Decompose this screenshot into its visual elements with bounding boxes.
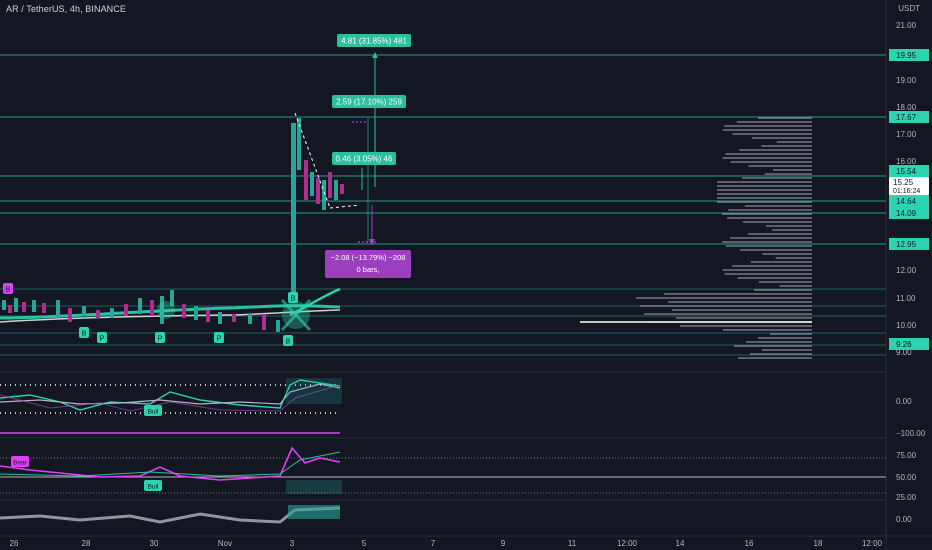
candle <box>182 304 186 318</box>
candle <box>310 172 314 196</box>
time-tick: 12:00 <box>862 539 883 548</box>
measure-label: 0.46 (3.05%) 46 <box>336 155 393 164</box>
time-tick: 14 <box>676 539 685 548</box>
indicator-panel-2[interactable] <box>0 446 886 494</box>
candle <box>322 180 326 210</box>
time-tick: 11 <box>568 539 577 548</box>
signal-text: B <box>286 339 291 346</box>
candle <box>138 298 142 314</box>
candle <box>276 320 280 332</box>
level-tag: 17.67 <box>896 113 917 122</box>
ind2-tick: 75.00 <box>896 451 917 460</box>
signal-text: P <box>158 336 163 343</box>
measure-arrows[interactable] <box>352 52 378 245</box>
candle <box>32 300 36 312</box>
ind1-tick: −100.00 <box>896 429 926 438</box>
signal-text: B <box>6 287 11 294</box>
candle <box>218 312 222 324</box>
price-tick: 10.00 <box>896 321 917 330</box>
candle <box>334 180 338 200</box>
time-tick: 18 <box>814 539 823 548</box>
candle <box>56 300 60 318</box>
time-tick: 16 <box>745 539 754 548</box>
level-tag: 19.95 <box>896 51 917 60</box>
price-tick: 21.00 <box>896 21 917 30</box>
signal-text: P <box>217 336 222 343</box>
loss-measure-line2: 0 bars, <box>357 265 380 274</box>
bar-countdown: 01:16:24 <box>893 188 920 195</box>
time-tick: 12:00 <box>617 539 638 548</box>
candle <box>2 300 6 310</box>
ind2-tick: 25.00 <box>896 493 917 502</box>
candle <box>8 305 12 313</box>
time-tick: 30 <box>150 539 159 548</box>
measure-label: 4.81 (31.85%) 481 <box>341 37 407 46</box>
candle <box>14 298 18 312</box>
time-tick: 28 <box>82 539 91 548</box>
panel-separators <box>0 0 932 550</box>
candle <box>304 160 308 200</box>
time-tick: 9 <box>501 539 506 548</box>
time-tick: 26 <box>10 539 19 548</box>
candle <box>340 184 344 194</box>
measurement-labels[interactable]: 4.81 (31.85%) 481 2.59 (17.10%) 259 0.46 (… <box>332 34 411 165</box>
candle <box>316 178 320 204</box>
signal-text: P <box>100 336 105 343</box>
indicator-tag-text: Bull <box>148 409 159 416</box>
time-axis[interactable]: 26 28 30 Nov 3 5 7 9 11 12:00 14 16 18 12:00 <box>10 539 883 548</box>
level-tag: 9.26 <box>896 340 912 349</box>
indicator-panel-3[interactable] <box>0 505 341 524</box>
candle <box>194 306 198 320</box>
time-tick: 5 <box>362 539 367 548</box>
candle <box>262 314 266 330</box>
level-tag: 12.95 <box>896 240 917 249</box>
time-tick: 3 <box>290 539 295 548</box>
time-tick: 7 <box>431 539 436 548</box>
indicator-tag-text: Bull <box>148 484 159 491</box>
indicator-tag-text: Bear <box>13 460 28 467</box>
price-tick: 17.00 <box>896 130 917 139</box>
level-tag: 14.64 <box>896 197 917 206</box>
current-price: 15.25 <box>893 178 914 187</box>
signal-text: B <box>82 331 87 338</box>
ind3-tick: 0.00 <box>896 515 912 524</box>
candle <box>68 308 72 322</box>
volume-profile <box>580 117 812 359</box>
ind1-tick: 0.00 <box>896 397 912 406</box>
price-tick: 11.00 <box>896 294 916 303</box>
price-tick: 18.00 <box>896 103 917 112</box>
loss-measure-box[interactable]: −2.08 (−13.79%) −208 0 bars, <box>325 250 411 278</box>
candle <box>232 314 236 322</box>
price-tick: 16.00 <box>896 157 917 166</box>
current-price-tag: 15.25 01:16:24 <box>889 177 929 195</box>
time-tick: Nov <box>218 539 232 548</box>
candle <box>328 172 332 198</box>
measure-label: 2.59 (17.10%) 259 <box>336 98 402 107</box>
level-tag: 15.54 <box>896 167 917 176</box>
loss-measure-line1: −2.08 (−13.79%) −208 <box>331 253 406 262</box>
ind2-tick: 50.00 <box>896 473 917 482</box>
price-chart[interactable]: 4.81 (31.85%) 481 2.59 (17.10%) 259 0.46 (… <box>0 0 932 550</box>
candle <box>206 310 210 322</box>
price-tick: 19.00 <box>896 76 917 85</box>
candle <box>124 304 128 316</box>
candle <box>248 314 252 324</box>
candle <box>110 308 114 318</box>
candle <box>96 310 100 318</box>
candle <box>82 306 86 316</box>
candle <box>150 300 154 316</box>
price-tick: 12.00 <box>896 266 917 275</box>
price-level-tags: 19.95 17.67 15.54 14.64 14.09 12.95 9.26 <box>889 49 929 350</box>
candle <box>42 303 46 313</box>
candle <box>22 302 26 312</box>
level-tag: 14.09 <box>896 209 917 218</box>
signal-text: B <box>291 296 296 303</box>
